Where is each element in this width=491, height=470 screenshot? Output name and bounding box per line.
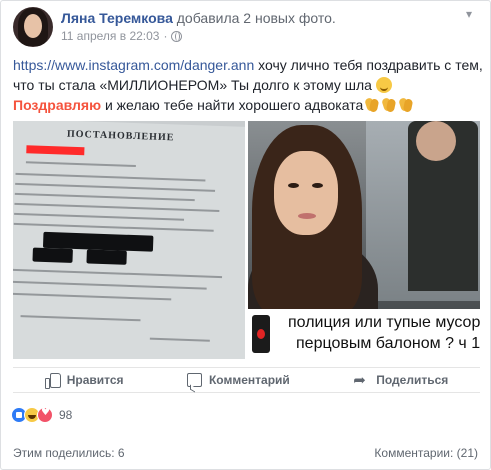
thumbs-up-icon (44, 373, 61, 389)
channel-logo-icon (252, 315, 270, 353)
photo-video-still[interactable]: полиция или тупые мусора перцовым балоно… (248, 121, 480, 359)
post-text: https://www.instagram.com/danger.ann хоч… (13, 55, 483, 115)
post-text-highlight: Поздравляю (13, 97, 102, 113)
comment-button[interactable]: Комментарий (186, 373, 290, 387)
clapping-hands-icon (381, 97, 397, 113)
photo-document[interactable]: ПОСТАНОВЛЕНИЕ (13, 121, 245, 359)
author-avatar[interactable] (13, 7, 53, 47)
document-title: ПОСТАНОВЛЕНИЕ (66, 128, 175, 144)
share-label: Поделиться (376, 373, 449, 387)
document-paper: ПОСТАНОВЛЕНИЕ (13, 121, 245, 359)
post-action-text: добавила 2 новых фото. (176, 10, 336, 26)
globe-icon (171, 30, 183, 42)
share-button[interactable]: Поделиться (353, 371, 449, 389)
like-button[interactable]: Нравится (44, 373, 124, 389)
feed-post: Ляна Теремкова добавила 2 новых фото. 11… (0, 0, 491, 470)
comment-label: Комментарий (208, 373, 290, 387)
share-icon (353, 371, 369, 389)
reactions-summary[interactable]: 98 (11, 407, 72, 423)
caption-line-1: полиция или тупые мусора (288, 314, 480, 331)
redaction-block (32, 247, 73, 263)
post-meta: 11 апреля в 22:03 · (61, 29, 183, 43)
post-footer: Этим поделились: 6 Комментарии: (21) (13, 446, 478, 462)
post-actions-bar: Нравится Комментарий Поделиться (13, 367, 480, 393)
comments-count[interactable]: Комментарии: (21) (374, 446, 478, 460)
author-name[interactable]: Ляна Теремкова (61, 10, 173, 26)
smile-emoji-icon (375, 77, 392, 93)
video-caption: полиция или тупые мусора перцовым балоно… (248, 309, 480, 359)
redaction-red (26, 145, 85, 156)
post-header: Ляна Теремкова добавила 2 новых фото. 11… (13, 7, 478, 47)
author-line: Ляна Теремкова добавила 2 новых фото. (61, 10, 336, 26)
instagram-link[interactable]: https://www.instagram.com/danger.ann (13, 57, 254, 73)
redaction-block (86, 249, 127, 265)
chevron-down-icon[interactable]: ▾ (460, 5, 478, 23)
love-reaction-icon (37, 407, 53, 423)
post-text-part2: и желаю тебе найти хорошего адвоката (101, 97, 364, 113)
shares-count[interactable]: Этим поделились: 6 (13, 446, 125, 460)
photo-grid: ПОСТАНОВЛЕНИЕ полиция или тупые мусора п… (13, 121, 480, 359)
caption-line-2: перцовым балоном ? ч 1 (296, 335, 480, 352)
comment-icon (186, 373, 202, 387)
post-timestamp[interactable]: 11 апреля в 22:03 (61, 29, 159, 43)
clapping-hands-icon (364, 97, 380, 113)
reactions-count: 98 (59, 408, 73, 422)
like-label: Нравится (66, 373, 124, 387)
clapping-hands-icon (398, 97, 414, 113)
